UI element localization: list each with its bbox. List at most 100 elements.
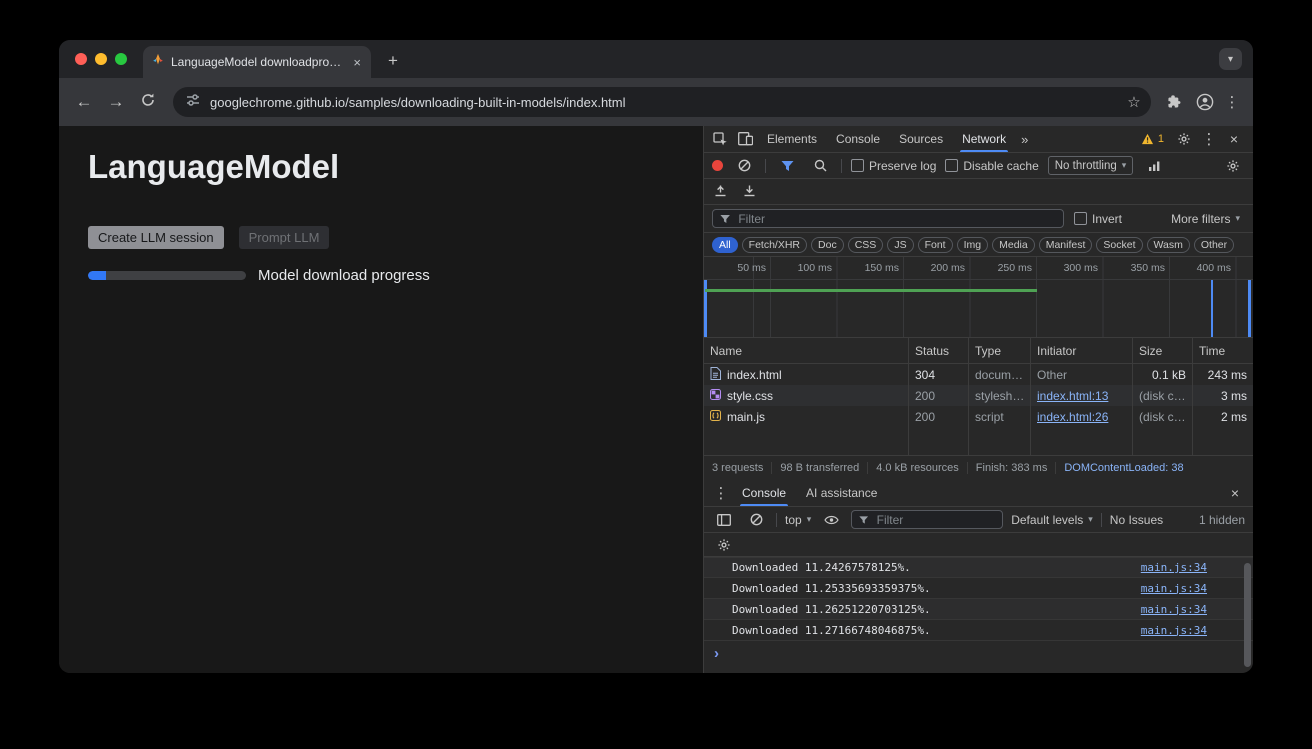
tab-search-chevron-icon[interactable]: ▾ [1219,48,1242,70]
summary-domcontentloaded[interactable]: DOMContentLoaded: 38 [1055,462,1191,474]
tab-console[interactable]: Console [827,126,889,152]
bookmark-star-icon[interactable]: ☆ [1121,93,1147,111]
extensions-puzzle-icon[interactable] [1161,94,1189,111]
issues-counter[interactable]: No Issues [1110,513,1163,527]
filter-chip[interactable]: Fetch/XHR [742,237,807,253]
clear-network-log-icon[interactable] [732,153,756,178]
filter-chip[interactable]: Other [1194,237,1234,253]
close-window-button[interactable] [75,53,87,65]
drawer-tab-ai-assistance[interactable]: AI assistance [796,479,887,506]
preserve-log-checkbox[interactable] [851,159,864,172]
tab-close-icon[interactable]: × [351,55,363,70]
column-initiator[interactable]: Initiator [1031,338,1133,363]
import-har-icon[interactable] [714,184,727,200]
record-network-log-button[interactable] [712,160,723,171]
hidden-messages-count[interactable]: 1 hidden [1199,513,1245,527]
column-type[interactable]: Type [969,338,1031,363]
chevron-down-icon: ▾ [1122,160,1127,171]
console-source-link[interactable]: main.js:34 [1141,561,1207,574]
initiator-link[interactable]: index.html:13 [1037,389,1108,403]
column-status[interactable]: Status [909,338,969,363]
drawer-tab-console[interactable]: Console [732,479,796,506]
console-prompt-chevron-icon: › [714,646,719,661]
column-time[interactable]: Time [1193,338,1253,363]
profile-avatar-icon[interactable] [1191,93,1219,111]
tab-strip: LanguageModel downloadpro… × + ▾ [59,40,1253,78]
more-tabs-icon[interactable]: » [1016,132,1033,147]
filter-chip[interactable]: JS [887,237,913,253]
filter-chip[interactable]: Wasm [1147,237,1190,253]
inspect-element-icon[interactable] [708,126,732,152]
clear-console-icon[interactable] [744,507,768,532]
console-drawer-close-icon[interactable]: × [1223,485,1247,501]
devtools-scrollbar-thumb[interactable] [1244,563,1251,667]
minimize-window-button[interactable] [95,53,107,65]
network-conditions-icon[interactable] [1142,153,1166,178]
console-drawer-menu-icon[interactable]: ⋮ [710,484,732,502]
devtools-close-icon[interactable]: × [1222,126,1246,152]
console-settings-gear-icon[interactable] [712,533,736,556]
browser-menu-icon[interactable]: ⋮ [1221,93,1243,111]
console-message-row: Downloaded 11.26251220703125%. main.js:3… [704,599,1253,620]
site-settings-icon[interactable] [185,92,201,113]
export-har-icon[interactable] [743,184,756,200]
column-name[interactable]: Name [704,338,909,363]
filter-toggle-icon[interactable] [775,153,799,178]
console-source-link[interactable]: main.js:34 [1141,603,1207,616]
console-filter-field[interactable] [875,512,996,528]
log-levels-select[interactable]: Default levels ▾ [1011,513,1093,527]
invert-checkbox[interactable] [1074,212,1087,225]
throttling-select[interactable]: No throttling ▾ [1048,156,1134,175]
network-request-row[interactable]: main.js 200 script index.html:26 (disk c… [704,406,1253,427]
filter-chip[interactable]: Media [992,237,1035,253]
network-request-row[interactable]: index.html 304 docum… Other 0.1 kB 243 m… [704,364,1253,385]
reload-button[interactable] [133,92,163,113]
context-selector[interactable]: top ▾ [785,513,811,527]
console-source-link[interactable]: main.js:34 [1141,624,1207,637]
tab-favicon-icon [151,53,165,72]
tab-elements[interactable]: Elements [758,126,826,152]
column-size[interactable]: Size [1133,338,1193,363]
forward-button[interactable]: → [101,92,131,112]
filter-chip[interactable]: All [712,237,738,253]
filter-chip[interactable]: Font [918,237,953,253]
network-request-row[interactable]: style.css 200 stylesh… index.html:13 (di… [704,385,1253,406]
network-filter-input[interactable] [712,209,1064,228]
warnings-badge[interactable]: 1 [1134,133,1171,145]
console-prompt[interactable]: › [704,641,1253,665]
create-llm-session-button[interactable]: Create LLM session [88,226,224,249]
back-button[interactable]: ← [69,92,99,112]
new-tab-button[interactable]: + [381,49,405,73]
console-message-row: Downloaded 11.25335693359375%. main.js:3… [704,578,1253,599]
initiator-link[interactable]: index.html:26 [1037,410,1108,424]
more-filters-button[interactable]: More filters ▾ [1171,212,1245,226]
live-expression-eye-icon[interactable] [819,507,843,532]
network-filter-row: Invert More filters ▾ [704,205,1253,233]
console-sidebar-icon[interactable] [712,507,736,532]
console-drawer-header: ⋮ Console AI assistance × [704,479,1253,507]
request-type-chips: All Fetch/XHR Doc CSS JS Font Img Media … [704,233,1253,257]
browser-toolbar: ← → googlechrome.github.io/samples/downl… [59,78,1253,126]
zoom-window-button[interactable] [115,53,127,65]
filter-chip[interactable]: Img [957,237,989,253]
devtools-tabbar: Elements Console Sources Network » 1 ⋮ × [704,126,1253,153]
disable-cache-checkbox[interactable] [945,159,958,172]
search-icon[interactable] [808,153,832,178]
devtools-menu-icon[interactable]: ⋮ [1197,126,1221,152]
filter-chip[interactable]: Socket [1096,237,1142,253]
network-settings-gear-icon[interactable] [1221,153,1245,178]
console-source-link[interactable]: main.js:34 [1141,582,1207,595]
tab-sources[interactable]: Sources [890,126,952,152]
filter-chip[interactable]: CSS [848,237,884,253]
network-overview-timeline[interactable]: 50 ms 100 ms 150 ms 200 ms 250 ms 300 ms… [704,257,1253,338]
device-toolbar-icon[interactable] [733,126,757,152]
network-filter-field[interactable] [736,211,1056,227]
devtools-settings-gear-icon[interactable] [1172,126,1196,152]
console-filter-input[interactable] [851,510,1003,529]
address-bar[interactable]: googlechrome.github.io/samples/downloadi… [173,87,1151,117]
filter-chip[interactable]: Doc [811,237,844,253]
browser-tab[interactable]: LanguageModel downloadpro… × [143,46,371,78]
tab-network[interactable]: Network [953,126,1015,152]
timeline-dcl-marker [1211,280,1213,337]
filter-chip[interactable]: Manifest [1039,237,1093,253]
